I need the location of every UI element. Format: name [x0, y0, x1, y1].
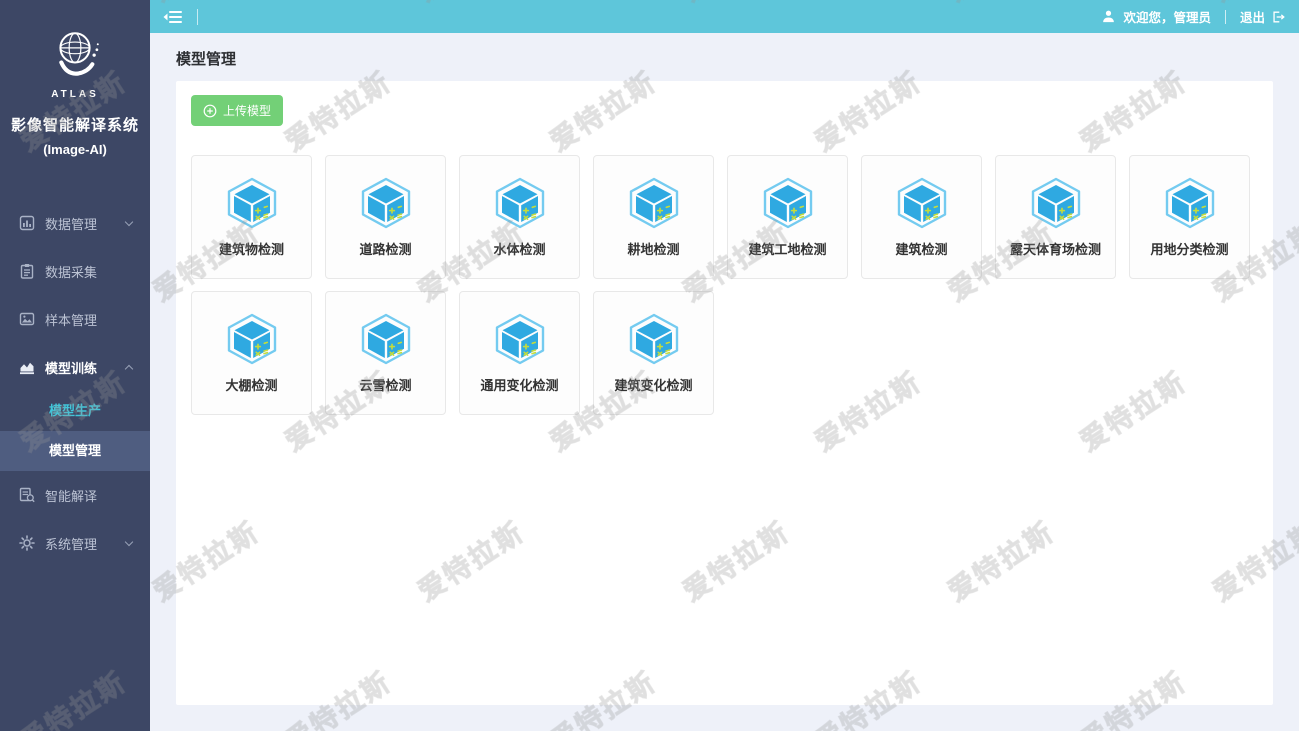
- model-card-label: 露天体育场检测: [1010, 239, 1101, 258]
- model-cube-icon: [628, 177, 680, 229]
- sidebar-subitem-model-production[interactable]: 模型生产: [0, 391, 150, 431]
- model-cube-icon: [226, 177, 278, 229]
- model-card[interactable]: 用地分类检测: [1129, 155, 1250, 279]
- sidebar-item-data-management[interactable]: 数据管理: [0, 199, 150, 247]
- doc-search-icon: [19, 487, 35, 503]
- logout-icon: [1271, 10, 1285, 24]
- model-cube-icon: [360, 177, 412, 229]
- sidebar-item-label: 模型训练: [45, 358, 97, 377]
- app-window: ATLAS 影像智能解译系统 (Image-AI) 数据管理: [0, 0, 1299, 731]
- chevron-down-icon: [125, 217, 133, 225]
- sidebar-menu: 数据管理 数据采集: [0, 199, 150, 567]
- upload-model-label: 上传模型: [223, 102, 271, 119]
- submenu-item-label: 模型生产: [49, 403, 101, 418]
- model-card-grid: 建筑物检测: [191, 155, 1258, 415]
- sidebar-item-label: 系统管理: [45, 534, 97, 553]
- model-card-label: 大棚检测: [225, 375, 277, 394]
- collapse-sidebar-button[interactable]: [160, 7, 185, 27]
- model-card-label: 建筑物检测: [219, 239, 284, 258]
- model-card-label: 建筑检测: [895, 239, 947, 258]
- model-management-panel: 上传模型: [176, 81, 1273, 705]
- user-area: 欢迎您，管理员 退出: [1101, 7, 1299, 26]
- model-card[interactable]: 大棚检测: [191, 291, 312, 415]
- model-training-submenu: 模型生产 模型管理: [0, 391, 150, 471]
- model-card-label: 水体检测: [493, 239, 545, 258]
- upload-model-button[interactable]: 上传模型: [191, 95, 283, 126]
- model-cube-icon: [1164, 177, 1216, 229]
- page-title: 模型管理: [150, 33, 1299, 81]
- model-card[interactable]: 水体检测: [459, 155, 580, 279]
- logo-wordmark: ATLAS: [0, 89, 150, 100]
- submenu-item-label: 模型管理: [49, 443, 101, 458]
- model-cube-icon: [762, 177, 814, 229]
- model-card-label: 耕地检测: [627, 239, 679, 258]
- collapse-sidebar-icon: [162, 9, 183, 25]
- model-card[interactable]: 建筑物检测: [191, 155, 312, 279]
- app-logo-block: ATLAS 影像智能解译系统 (Image-AI): [0, 0, 150, 157]
- logout-button[interactable]: 退出: [1240, 7, 1285, 26]
- logout-label: 退出: [1240, 7, 1265, 26]
- model-card-label: 道路检测: [359, 239, 411, 258]
- model-card[interactable]: 建筑变化检测: [593, 291, 714, 415]
- model-card[interactable]: 露天体育场检测: [995, 155, 1116, 279]
- bar-chart-icon: [19, 215, 35, 231]
- sidebar-item-data-collection[interactable]: 数据采集: [0, 247, 150, 295]
- model-cube-icon: [360, 313, 412, 365]
- welcome-text: 欢迎您，管理员: [1123, 7, 1211, 26]
- model-cube-icon: [628, 313, 680, 365]
- clipboard-icon: [19, 263, 35, 279]
- sidebar-item-system-management[interactable]: 系统管理: [0, 519, 150, 567]
- sidebar-item-label: 数据管理: [45, 214, 97, 233]
- sidebar-item-sample-management[interactable]: 样本管理: [0, 295, 150, 343]
- model-card[interactable]: 耕地检测: [593, 155, 714, 279]
- model-cube-icon: [1030, 177, 1082, 229]
- main-content: 模型管理 上传模型: [150, 33, 1299, 731]
- user-icon: [1101, 9, 1116, 24]
- plus-circle-icon: [203, 104, 217, 118]
- area-chart-icon: [19, 359, 35, 375]
- model-card-label: 建筑变化检测: [614, 375, 692, 394]
- model-card-label: 云雪检测: [359, 375, 411, 394]
- model-cube-icon: [494, 177, 546, 229]
- model-card[interactable]: 道路检测: [325, 155, 446, 279]
- gear-icon: [19, 535, 35, 551]
- model-card-label: 建筑工地检测: [748, 239, 826, 258]
- app-title: 影像智能解译系统: [0, 114, 150, 135]
- top-header-bar: 欢迎您，管理员 退出: [150, 0, 1299, 33]
- model-cube-icon: [226, 313, 278, 365]
- chevron-up-icon: [125, 365, 133, 373]
- model-cube-icon: [494, 313, 546, 365]
- header-divider: [1225, 10, 1226, 24]
- picture-icon: [19, 311, 35, 327]
- app-subtitle: (Image-AI): [0, 142, 150, 157]
- sidebar-subitem-model-management[interactable]: 模型管理: [0, 431, 150, 471]
- model-card-label: 通用变化检测: [480, 375, 558, 394]
- sidebar-item-label: 样本管理: [45, 310, 97, 329]
- model-card[interactable]: 建筑检测: [861, 155, 982, 279]
- model-card[interactable]: 云雪检测: [325, 291, 446, 415]
- model-cube-icon: [896, 177, 948, 229]
- sidebar-item-label: 智能解译: [45, 486, 97, 505]
- sidebar-item-label: 数据采集: [45, 262, 97, 281]
- atlas-globe-logo-icon: [42, 26, 108, 88]
- sidebar-item-intelligent-interpretation[interactable]: 智能解译: [0, 471, 150, 519]
- model-card[interactable]: 建筑工地检测: [727, 155, 848, 279]
- model-card-label: 用地分类检测: [1150, 239, 1228, 258]
- chevron-down-icon: [125, 537, 133, 545]
- header-divider: [197, 9, 198, 25]
- sidebar: ATLAS 影像智能解译系统 (Image-AI) 数据管理: [0, 0, 150, 731]
- model-card[interactable]: 通用变化检测: [459, 291, 580, 415]
- sidebar-item-model-training[interactable]: 模型训练: [0, 343, 150, 391]
